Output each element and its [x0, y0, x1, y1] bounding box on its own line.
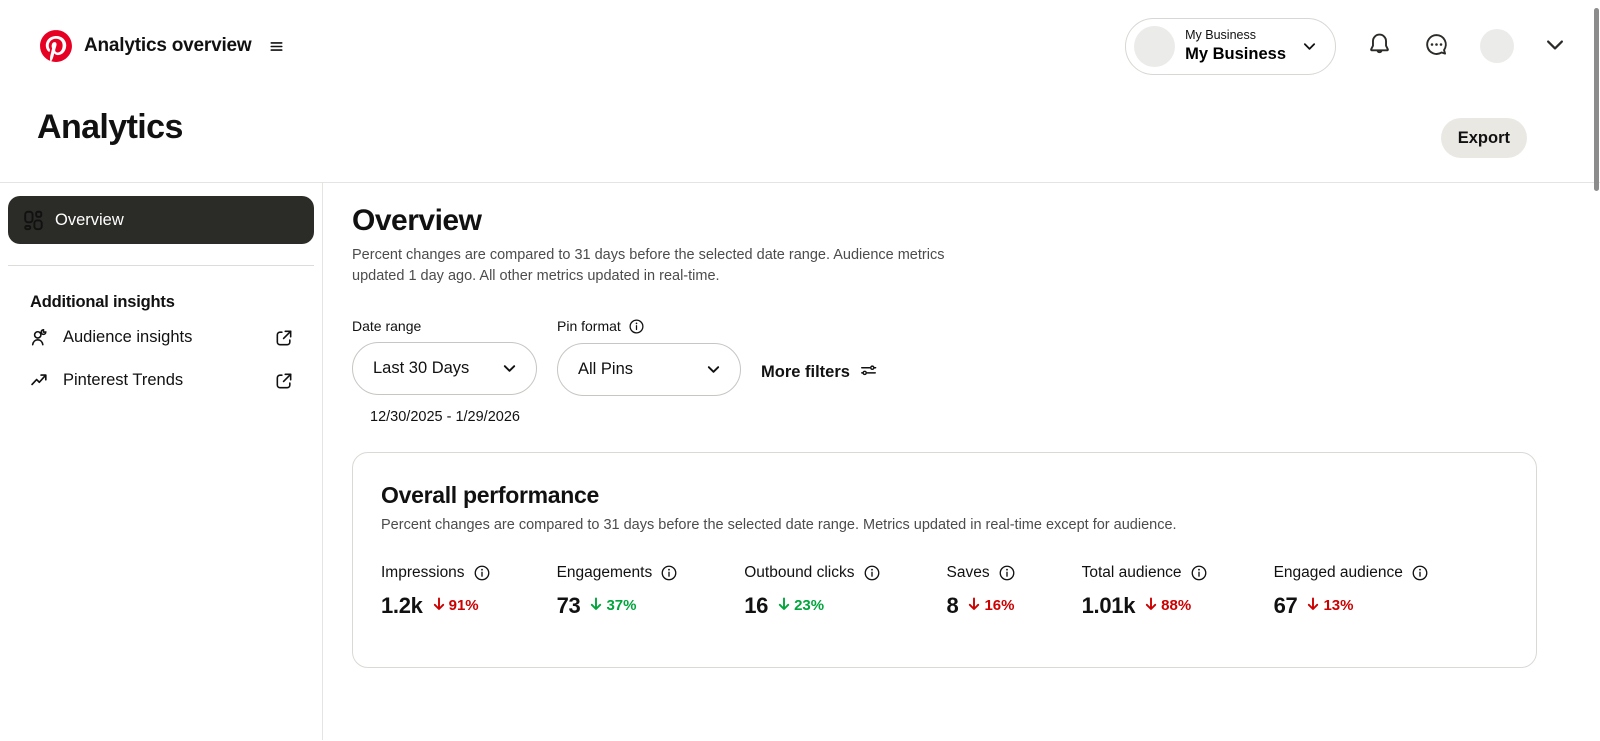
date-range-label: Date range [352, 317, 422, 334]
sidebar-section-title: Additional insights [30, 293, 175, 311]
chevron-down-icon [502, 361, 517, 376]
page-title: Analytics [37, 108, 183, 146]
down-arrow-icon [431, 596, 447, 616]
app-title: Analytics overview [84, 35, 252, 56]
metric-impressions: Impressions 1.2k 91% [381, 564, 491, 619]
business-avatar [1134, 25, 1176, 67]
external-link-icon [274, 371, 294, 391]
pin-format-label: Pin format [557, 318, 621, 335]
external-link-icon [274, 328, 294, 348]
pin-format-dropdown[interactable]: All Pins [557, 342, 741, 396]
messages-button[interactable] [1423, 31, 1450, 61]
sidebar-link-label: Pinterest Trends [63, 371, 184, 389]
metric-change: 16% [966, 596, 1014, 616]
metric-outbound-clicks: Outbound clicks 16 23% [744, 564, 880, 619]
sidebar-item-label: Overview [55, 210, 124, 229]
chevron-down-icon [706, 362, 721, 377]
audience-person-icon [29, 327, 50, 348]
metrics-row: Impressions 1.2k 91% Engagements 73 37% … [381, 564, 1508, 619]
section-description: Percent changes are compared to 31 days … [352, 247, 945, 285]
sidebar-item-overview[interactable]: Overview [8, 196, 314, 244]
section-title: Overview [352, 204, 482, 237]
date-range-filter: Date range Last 30 Days 12/30/2025 - 1/2… [352, 318, 537, 425]
user-avatar[interactable] [1480, 29, 1514, 63]
account-name: My Business [1185, 44, 1286, 63]
scrollbar[interactable] [1594, 8, 1599, 191]
metric-value: 1.2k [381, 592, 423, 618]
down-arrow-icon [966, 596, 982, 616]
info-icon[interactable] [473, 564, 491, 582]
metric-value: 73 [556, 592, 581, 618]
filters-row: Date range Last 30 Days 12/30/2025 - 1/2… [352, 318, 1537, 425]
down-arrow-icon [1305, 596, 1321, 616]
metric-change: 23% [776, 596, 824, 616]
metric-change: 91% [431, 596, 479, 616]
sidebar-divider [8, 265, 314, 266]
down-arrow-icon [776, 596, 792, 616]
metric-change: 13% [1305, 596, 1353, 616]
pin-format-filter: Pin format All Pins [557, 318, 741, 425]
notifications-button[interactable] [1366, 31, 1393, 61]
overview-grid-icon [22, 209, 44, 231]
info-icon[interactable] [863, 564, 881, 582]
metric-change: 88% [1143, 596, 1191, 616]
account-type-label: My Business [1185, 27, 1256, 42]
metric-engagements: Engagements 73 37% [557, 564, 679, 619]
down-arrow-icon [1143, 596, 1159, 616]
chat-ellipsis-icon [1423, 31, 1450, 61]
card-subtitle: Percent changes are compared to 31 days … [381, 516, 1177, 533]
account-text: My Business My Business [1185, 28, 1286, 64]
metric-label: Saves [946, 563, 990, 581]
date-range-dropdown[interactable]: Last 30 Days [352, 341, 537, 395]
metric-saves: Saves 8 16% [947, 564, 1016, 619]
chevron-down-icon [1544, 34, 1566, 59]
menu-icon[interactable] [267, 37, 286, 56]
trending-arrow-icon [29, 370, 50, 391]
metric-label: Impressions [381, 563, 465, 581]
date-range-note: 12/30/2025 - 1/29/2026 [370, 408, 520, 425]
date-range-value: Last 30 Days [373, 358, 470, 377]
sliders-icon [859, 361, 878, 385]
metric-engaged-audience: Engaged audience 67 13% [1274, 564, 1429, 619]
metric-change: 37% [588, 596, 636, 616]
metric-total-audience: Total audience 1.01k 88% [1082, 564, 1208, 619]
content-area: Overview Additional insights Audience in… [0, 183, 1600, 740]
business-account-switcher[interactable]: My Business My Business [1125, 17, 1336, 75]
top-bar: Analytics overview My Business My Busine… [0, 0, 1600, 92]
info-icon[interactable] [660, 564, 678, 582]
metric-value: 1.01k [1081, 592, 1136, 618]
metric-label: Total audience [1081, 563, 1182, 581]
info-icon[interactable] [1411, 564, 1429, 582]
main-panel: Overview Percent changes are compared to… [323, 183, 1600, 740]
chevron-down-icon [1302, 39, 1317, 54]
more-filters-button[interactable]: More filters [761, 361, 878, 385]
info-icon[interactable] [1190, 564, 1208, 582]
overall-performance-card: Overall performance Percent changes are … [352, 451, 1537, 668]
metric-label: Engaged audience [1273, 563, 1403, 581]
metric-label: Outbound clicks [744, 563, 855, 581]
accounts-menu-button[interactable] [1544, 34, 1566, 59]
bell-icon [1366, 31, 1393, 61]
more-filters-label: More filters [761, 363, 850, 382]
metric-value: 67 [1273, 592, 1298, 618]
sidebar: Overview Additional insights Audience in… [0, 183, 323, 740]
down-arrow-icon [588, 596, 604, 616]
metric-value: 16 [744, 592, 769, 618]
top-bar-right: My Business My Business [1125, 17, 1566, 75]
pin-format-value: All Pins [578, 359, 634, 378]
top-bar-left: Analytics overview [40, 30, 286, 62]
card-title: Overall performance [381, 481, 600, 508]
pinterest-logo-icon[interactable] [40, 30, 72, 62]
export-button[interactable]: Export [1440, 118, 1527, 158]
page-header: Analytics Export [0, 92, 1600, 183]
sidebar-link-label: Audience insights [63, 328, 193, 346]
info-icon[interactable] [628, 318, 645, 335]
sidebar-item-pinterest-trends[interactable]: Pinterest Trends [8, 359, 314, 402]
metric-value: 8 [946, 592, 959, 618]
info-icon[interactable] [998, 564, 1016, 582]
sidebar-item-audience-insights[interactable]: Audience insights [8, 316, 314, 359]
metric-label: Engagements [556, 563, 653, 581]
pinterest-analytics-app: Analytics overview My Business My Busine… [0, 0, 1600, 741]
